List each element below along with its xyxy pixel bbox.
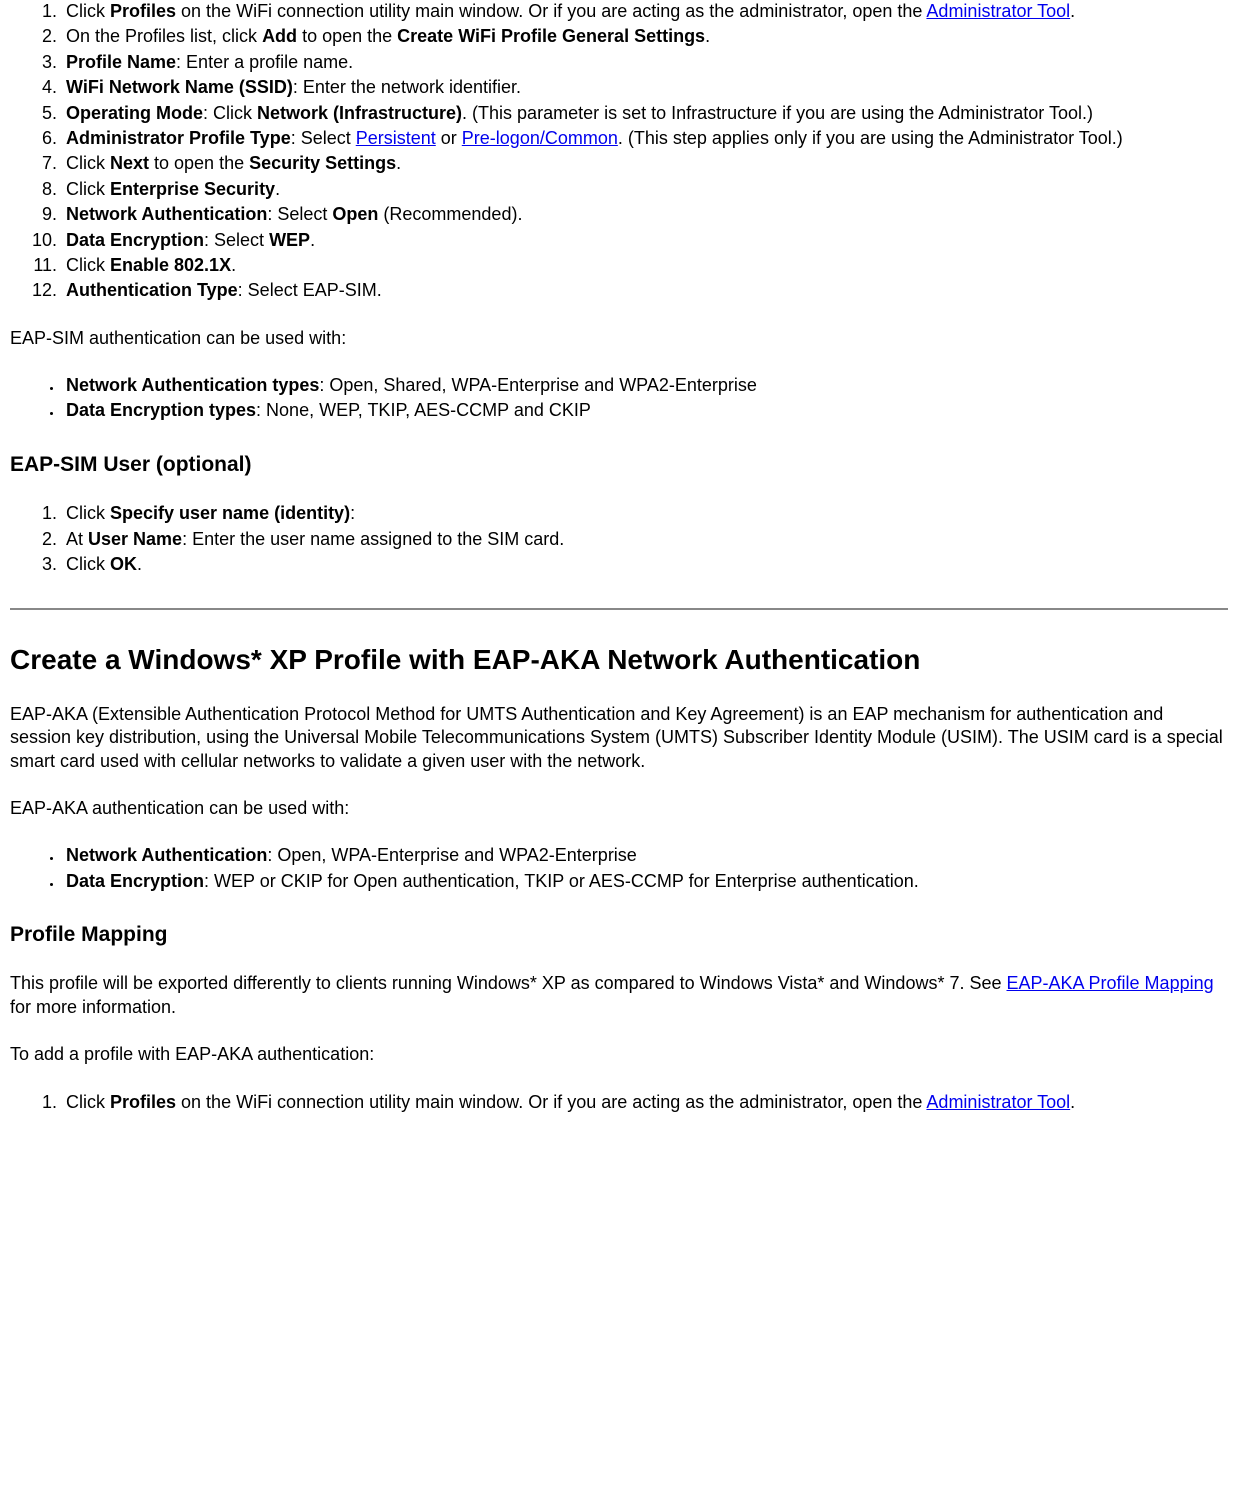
persistent-link[interactable]: Persistent (356, 128, 436, 148)
eap-sim-user-heading: EAP-SIM User (optional) (10, 451, 1228, 478)
list-item: Click Enable 802.1X. (62, 254, 1228, 277)
paragraph: EAP-SIM authentication can be used with: (10, 327, 1228, 350)
bullet-list-2: Network Authentication: Open, WPA-Enterp… (10, 844, 1228, 893)
list-item: Network Authentication: Open, WPA-Enterp… (62, 844, 1228, 867)
steps-list-3: Click Profiles on the WiFi connection ut… (10, 1091, 1228, 1114)
list-item: WiFi Network Name (SSID): Enter the netw… (62, 76, 1228, 99)
list-item: Click Next to open the Security Settings… (62, 152, 1228, 175)
paragraph: This profile will be exported differentl… (10, 972, 1228, 1019)
list-item: Authentication Type: Select EAP-SIM. (62, 279, 1228, 302)
paragraph: EAP-AKA (Extensible Authentication Proto… (10, 703, 1228, 773)
list-item: Profile Name: Enter a profile name. (62, 51, 1228, 74)
paragraph: To add a profile with EAP-AKA authentica… (10, 1043, 1228, 1066)
list-item: Click Specify user name (identity): (62, 502, 1228, 525)
list-item: Data Encryption types: None, WEP, TKIP, … (62, 399, 1228, 422)
profile-mapping-heading: Profile Mapping (10, 921, 1228, 948)
list-item: At User Name: Enter the user name assign… (62, 528, 1228, 551)
list-item: On the Profiles list, click Add to open … (62, 25, 1228, 48)
list-item: Network Authentication: Select Open (Rec… (62, 203, 1228, 226)
bullet-list-1: Network Authentication types: Open, Shar… (10, 374, 1228, 423)
list-item: Data Encryption: WEP or CKIP for Open au… (62, 870, 1228, 893)
eap-aka-mapping-link[interactable]: EAP-AKA Profile Mapping (1007, 973, 1214, 993)
list-item: Administrator Profile Type: Select Persi… (62, 127, 1228, 150)
paragraph: EAP-AKA authentication can be used with: (10, 797, 1228, 820)
list-item: Click Profiles on the WiFi connection ut… (62, 1091, 1228, 1114)
list-item: Click Profiles on the WiFi connection ut… (62, 0, 1228, 23)
prelogon-link[interactable]: Pre-logon/Common (462, 128, 618, 148)
admin-tool-link[interactable]: Administrator Tool (926, 1092, 1070, 1112)
list-item: Click OK. (62, 553, 1228, 576)
list-item: Data Encryption: Select WEP. (62, 229, 1228, 252)
admin-tool-link[interactable]: Administrator Tool (926, 1, 1070, 21)
list-item: Operating Mode: Click Network (Infrastru… (62, 102, 1228, 125)
eap-aka-heading: Create a Windows* XP Profile with EAP-AK… (10, 642, 1228, 678)
steps-list-1: Click Profiles on the WiFi connection ut… (10, 0, 1228, 303)
divider (10, 608, 1228, 610)
list-item: Network Authentication types: Open, Shar… (62, 374, 1228, 397)
steps-list-2: Click Specify user name (identity): At U… (10, 502, 1228, 576)
list-item: Click Enterprise Security. (62, 178, 1228, 201)
